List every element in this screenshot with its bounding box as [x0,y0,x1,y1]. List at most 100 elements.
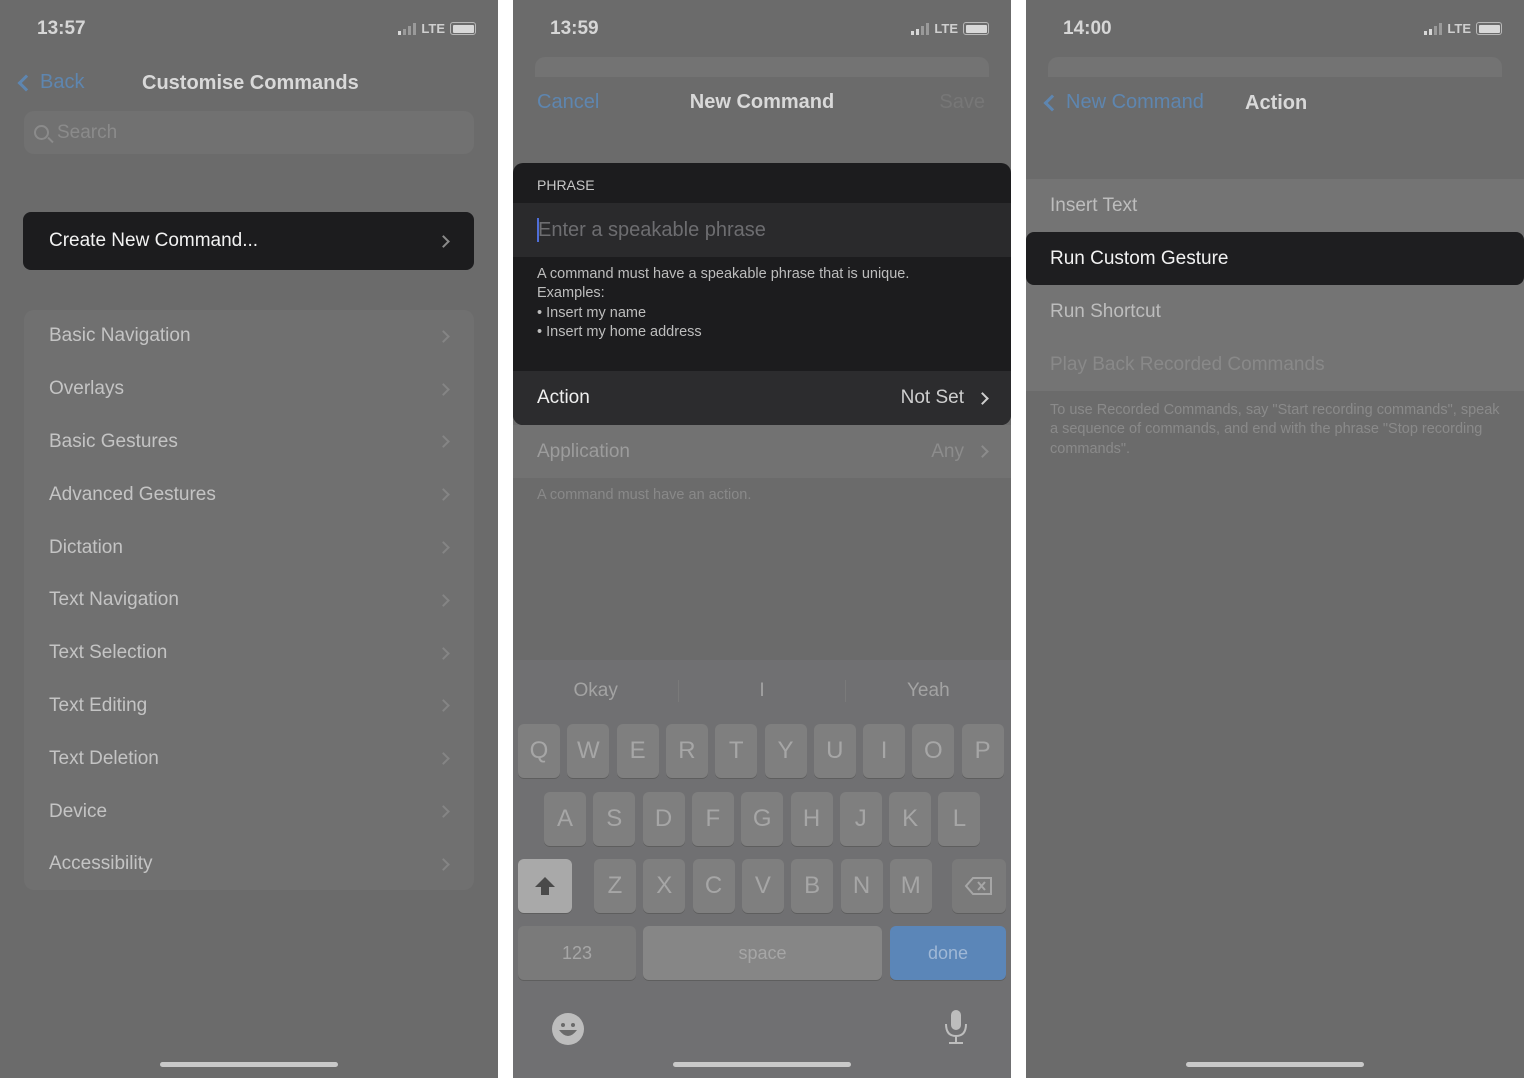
chevron-right-icon [437,857,450,871]
key-y[interactable]: Y [764,724,807,778]
option-insert-text[interactable]: Insert Text [1026,179,1524,232]
key-m[interactable]: M [889,859,932,913]
create-new-command-button[interactable]: Create New Command... [23,212,474,270]
key-n[interactable]: N [840,859,883,913]
status-time: 14:00 [1063,18,1112,39]
key-x[interactable]: X [643,859,686,913]
home-indicator [1186,1062,1364,1067]
home-indicator [160,1062,338,1067]
status-bar-icons: LTE [398,21,476,36]
option-run-shortcut[interactable]: Run Shortcut [1026,285,1524,338]
action-row[interactable]: Action Not Set [513,371,1011,425]
key-l[interactable]: L [938,792,981,846]
key-k[interactable]: K [889,792,932,846]
back-label: New Command [1066,91,1204,113]
back-label: Back [40,71,85,93]
suggestion[interactable]: I [679,680,846,702]
status-bar-icons: LTE [1424,21,1502,36]
page-title: Action [1245,92,1308,114]
search-input[interactable]: Search [24,111,474,154]
category-list: Basic Navigation Overlays Basic Gestures Ad… [24,310,474,890]
key-r[interactable]: R [665,724,708,778]
back-button[interactable]: Back [17,71,85,94]
key-z[interactable]: Z [594,859,636,913]
suggestion[interactable]: Yeah [846,680,1011,702]
category-row[interactable]: Device [24,785,474,838]
chevron-right-icon [437,435,450,449]
description-line: Examples: [537,285,605,302]
keyboard: Okay I Yeah 123 space done QWERTYUIOPASD… [513,660,1011,1078]
action-footer: A command must have an action. [537,487,752,503]
phrase-placeholder: Enter a speakable phrase [538,218,766,241]
search-placeholder: Search [57,121,118,143]
category-row[interactable]: Text Selection [24,627,474,680]
category-row[interactable]: Text Navigation [24,574,474,627]
key-e[interactable]: E [616,724,659,778]
back-button[interactable]: New Command [1043,91,1204,114]
action-options: Insert Text Run Custom Gesture Run Short… [1026,179,1524,391]
backspace-icon [964,877,992,895]
key-b[interactable]: B [791,859,834,913]
key-v[interactable]: V [741,859,784,913]
key-g[interactable]: G [741,792,784,846]
category-label: Text Editing [49,694,148,716]
description-line: • Insert my home address [537,323,702,340]
new-command-screen: 13:59 LTE Cancel New Command Save PHRASE… [513,0,1011,1078]
key-f[interactable]: F [691,792,734,846]
shift-key[interactable] [518,859,572,913]
category-row[interactable]: Text Editing [24,680,474,733]
done-key[interactable]: done [890,926,1006,980]
application-row[interactable]: Application Any [513,425,1011,478]
home-indicator [673,1062,851,1067]
shift-icon [535,877,555,895]
key-u[interactable]: U [813,724,856,778]
status-time: 13:57 [37,18,86,39]
save-button[interactable]: Save [939,91,985,114]
microphone-icon[interactable] [943,1008,969,1051]
option-play-back-recorded-commands: Play Back Recorded Commands [1050,353,1325,375]
option-run-custom-gesture[interactable]: Run Custom Gesture [1026,232,1524,285]
key-j[interactable]: J [839,792,882,846]
category-row[interactable]: Text Deletion [24,732,474,785]
key-c[interactable]: C [692,859,735,913]
category-row[interactable]: Accessibility [24,838,474,891]
key-q[interactable]: Q [518,724,560,778]
network-label: LTE [1447,21,1471,36]
delete-key[interactable] [952,859,1006,913]
key-h[interactable]: H [790,792,833,846]
signal-icon [398,22,417,35]
category-row[interactable]: Basic Navigation [24,310,474,363]
chevron-left-icon [17,74,35,91]
battery-icon [963,22,989,35]
suggestion[interactable]: Okay [513,680,680,702]
key-d[interactable]: D [642,792,685,846]
key-p[interactable]: P [961,724,1004,778]
key-t[interactable]: T [715,724,758,778]
key-o[interactable]: O [912,724,955,778]
suggestion-bar: Okay I Yeah [513,660,1011,722]
chevron-right-icon [437,488,450,502]
action-value: Not Set [900,387,964,408]
category-label: Text Navigation [49,589,179,611]
category-row[interactable]: Overlays [24,363,474,416]
description-line: A command must have a speakable phrase t… [537,266,910,282]
key-i[interactable]: I [863,724,906,778]
customise-commands-screen: 13:57 LTE Back Customise Commands Search… [0,0,498,1078]
category-row[interactable]: Advanced Gestures [24,468,474,521]
application-label: Application [537,440,630,462]
key-w[interactable]: W [567,724,610,778]
key-s[interactable]: S [593,792,636,846]
chevron-right-icon [437,594,450,607]
emoji-icon[interactable] [551,1012,585,1051]
numbers-key[interactable]: 123 [518,926,636,980]
phrase-header: PHRASE [537,177,595,193]
status-time: 13:59 [550,18,599,39]
space-key[interactable]: space [643,926,882,980]
key-a[interactable]: A [544,792,586,846]
category-row[interactable]: Basic Gestures [24,416,474,469]
category-label: Advanced Gestures [49,483,216,505]
category-row[interactable]: Dictation [24,521,474,574]
network-label: LTE [421,21,445,36]
application-value: Any [931,440,964,462]
phrase-input[interactable]: Enter a speakable phrase [513,203,1011,257]
